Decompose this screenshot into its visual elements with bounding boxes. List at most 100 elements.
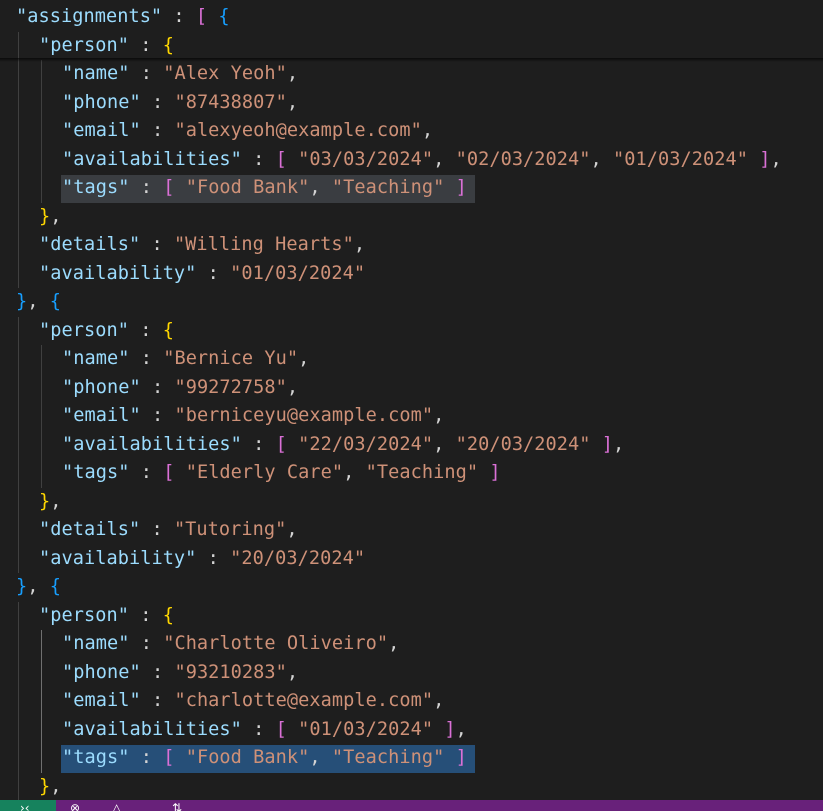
- punctuation: ,: [433, 148, 456, 170]
- indent-guide: [41, 60, 42, 203]
- json-string: "Food Bank": [185, 747, 310, 768]
- json-string: "02/03/2024": [455, 148, 591, 170]
- punctuation: :: [241, 433, 276, 455]
- code-line[interactable]: "person" : {: [39, 317, 174, 346]
- code-line[interactable]: "email" : "charlotte@example.com",: [62, 687, 444, 716]
- json-string: "Alex Yeoh": [163, 63, 287, 84]
- code-line[interactable]: "availability" : "20/03/2024": [39, 545, 365, 574]
- code-line[interactable]: "tags" : [ "Food Bank", "Teaching" ]: [62, 174, 467, 203]
- code-line[interactable]: "availabilities" : [ "22/03/2024", "20/0…: [62, 431, 624, 460]
- bracket: [: [195, 6, 208, 27]
- json-string: "22/03/2024": [298, 433, 434, 455]
- punctuation: :: [140, 519, 174, 540]
- json-string: "berniceyu@example.com": [174, 405, 434, 426]
- json-string: "Teaching": [365, 462, 479, 483]
- code-line[interactable]: "phone" : "87438807",: [62, 89, 298, 118]
- json-key: "email": [62, 690, 141, 711]
- json-string: "99272758": [174, 376, 287, 398]
- bracket: [: [163, 177, 175, 198]
- punctuation: ,: [27, 576, 50, 597]
- json-key: "email": [62, 120, 141, 141]
- sync-icon[interactable]: ⇅: [172, 802, 182, 811]
- punctuation: ,: [286, 519, 298, 540]
- json-string: "20/03/2024": [455, 433, 591, 455]
- code-line[interactable]: "email" : "alexyeoh@example.com",: [62, 117, 433, 146]
- punctuation: [478, 462, 489, 483]
- punctuation: :: [140, 405, 175, 426]
- bracket: ]: [601, 433, 614, 455]
- code-line[interactable]: "tags" : [ "Elderly Care", "Teaching" ]: [62, 459, 501, 488]
- punctuation: [591, 434, 602, 455]
- json-key: "availability": [39, 262, 197, 284]
- punctuation: :: [196, 547, 231, 569]
- json-key: "phone": [62, 661, 141, 683]
- bracket: ]: [444, 718, 456, 740]
- code-line[interactable]: "phone" : "93210283",: [62, 659, 298, 688]
- code-line[interactable]: },: [39, 488, 62, 517]
- indent-guide: [41, 630, 42, 773]
- code-line[interactable]: "email" : "berniceyu@example.com",: [62, 402, 444, 431]
- json-string: "Elderly Care": [185, 462, 344, 483]
- code-line[interactable]: "details" : "Willing Hearts",: [39, 231, 365, 260]
- punctuation: ,: [388, 633, 400, 654]
- bracket: {: [162, 34, 174, 56]
- punctuation: ,: [770, 148, 782, 170]
- code-line[interactable]: },: [39, 773, 62, 801]
- punctuation: ,: [433, 405, 445, 426]
- code-editor[interactable]: "assignments" : [ {"person" : {"name" : …: [0, 0, 823, 800]
- code-line[interactable]: "details" : "Tutoring",: [39, 516, 298, 545]
- punctuation: [287, 719, 298, 740]
- punctuation: ,: [298, 348, 310, 369]
- json-key: "tags": [62, 177, 130, 198]
- json-string: "Teaching": [331, 747, 445, 768]
- json-string: "Food Bank": [185, 177, 310, 198]
- code-line[interactable]: "name" : "Bernice Yu",: [62, 345, 309, 374]
- code-line[interactable]: "person" : {: [39, 602, 174, 631]
- json-key: "details": [39, 519, 141, 540]
- remote-indicator[interactable]: ›‹: [0, 800, 56, 811]
- code-line[interactable]: "name" : "Alex Yeoh",: [62, 60, 298, 89]
- punctuation: [444, 177, 455, 198]
- code-line[interactable]: "name" : "Charlotte Oliveiro",: [62, 630, 399, 659]
- bracket: [: [163, 462, 175, 483]
- punctuation: :: [140, 120, 175, 141]
- code-line[interactable]: "phone" : "99272758",: [62, 374, 298, 403]
- code-line[interactable]: }, {: [16, 573, 61, 602]
- json-key: "assignments": [16, 6, 163, 27]
- punctuation: ,: [309, 747, 332, 768]
- warning-icon[interactable]: △: [112, 802, 121, 811]
- punctuation: :: [140, 376, 175, 398]
- json-key: "details": [39, 234, 141, 255]
- json-string: "Tutoring": [173, 519, 287, 540]
- json-key: "tags": [62, 462, 130, 483]
- code-line[interactable]: }, {: [16, 288, 61, 317]
- punctuation: :: [129, 63, 164, 84]
- code-line[interactable]: "assignments" : [ {: [16, 3, 230, 32]
- bracket: [: [275, 148, 287, 170]
- code-line[interactable]: "person" : {: [39, 32, 174, 61]
- punctuation: :: [129, 633, 164, 654]
- indent-guide: [18, 316, 19, 573]
- json-string: "87438807": [174, 91, 287, 113]
- json-key: "availabilities": [62, 433, 242, 455]
- bracket: }: [39, 490, 51, 512]
- bracket: {: [49, 291, 61, 312]
- bracket: }: [39, 775, 51, 797]
- punctuation: [207, 6, 218, 27]
- json-string: "01/03/2024": [613, 148, 748, 170]
- json-key: "tags": [62, 747, 130, 768]
- punctuation: :: [140, 234, 174, 255]
- bracket: [: [275, 718, 287, 740]
- json-key: "phone": [62, 91, 141, 113]
- json-string: "01/03/2024": [298, 718, 434, 740]
- punctuation: ,: [50, 775, 62, 797]
- code-line[interactable]: "availabilities" : [ "03/03/2024", "02/0…: [62, 146, 782, 175]
- code-line[interactable]: "tags" : [ "Food Bank", "Teaching" ]: [62, 744, 467, 773]
- punctuation: :: [196, 262, 231, 284]
- error-icon[interactable]: ⊗: [70, 802, 80, 811]
- punctuation: ,: [343, 462, 366, 483]
- json-key: "availabilities": [62, 148, 242, 170]
- code-line[interactable]: "availabilities" : [ "01/03/2024" ],: [62, 716, 467, 745]
- code-line[interactable]: "availability" : "01/03/2024": [39, 260, 365, 289]
- code-line[interactable]: },: [39, 203, 62, 232]
